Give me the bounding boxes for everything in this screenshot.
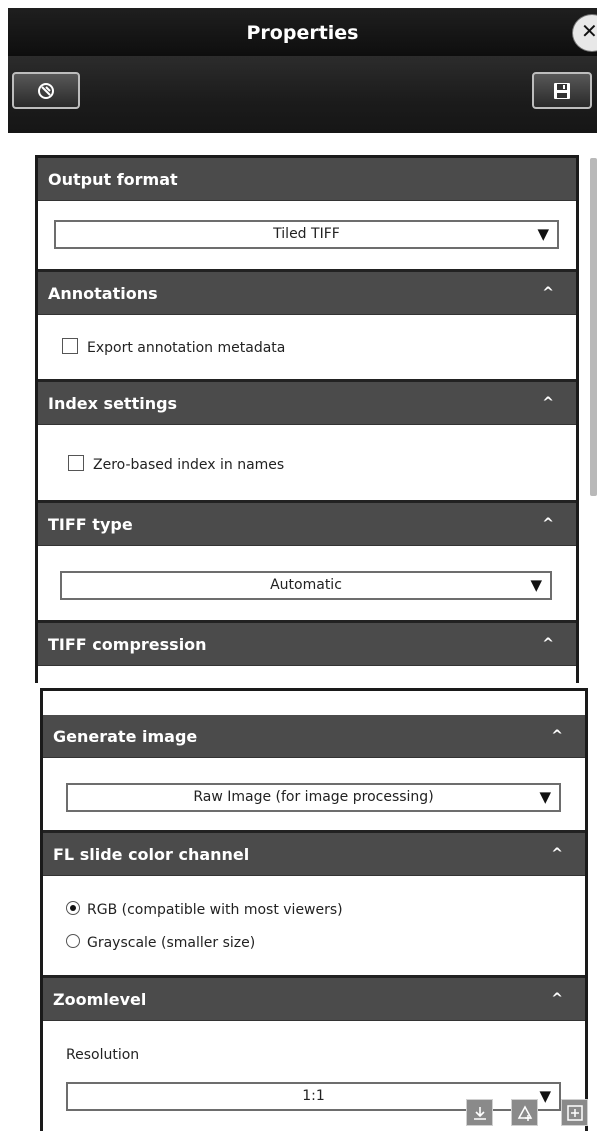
radio-option-rgb[interactable]: RGB (compatible with most viewers) (66, 900, 343, 920)
collapse-caret-icon[interactable]: ^ (542, 272, 554, 315)
section-header-annotations[interactable]: Annotations ^ (38, 272, 576, 315)
zero-based-index-option[interactable]: Zero-based index in names (68, 455, 284, 475)
collapse-caret-icon[interactable]: ^ (551, 833, 563, 876)
grayscale-radio[interactable] (66, 934, 80, 948)
export-annotation-checkbox[interactable] (62, 338, 78, 354)
toolbar (8, 56, 597, 133)
section-title: TIFF type (48, 515, 133, 534)
section-title: Zoomlevel (53, 990, 147, 1009)
add-annotation-icon (517, 1104, 532, 1121)
window-title: Properties (246, 22, 359, 44)
radio-label: RGB (compatible with most viewers) (87, 902, 343, 918)
collapse-caret-icon[interactable]: ^ (551, 715, 563, 758)
properties-panel-lower: Generate image ^ Raw Image (for image pr… (40, 688, 588, 1131)
generate-image-dropdown[interactable]: Raw Image (for image processing) ▼ (66, 783, 561, 812)
reset-button[interactable] (12, 72, 80, 109)
download-button[interactable] (466, 1099, 493, 1126)
dropdown-value: 1:1 (302, 1088, 325, 1104)
checkbox-label: Export annotation metadata (87, 340, 286, 356)
chevron-down-icon: ▼ (539, 788, 551, 806)
collapse-caret-icon[interactable]: ^ (542, 382, 554, 425)
add-region-button[interactable] (561, 1099, 588, 1126)
section-header-tiff-compression[interactable]: TIFF compression ^ (38, 623, 576, 666)
section-title: TIFF compression (48, 635, 207, 654)
floppy-disk-icon (554, 82, 570, 99)
section-header-output-format: Output format (38, 158, 576, 201)
section-title: Index settings (48, 394, 178, 413)
section-title: Output format (48, 170, 178, 189)
checkbox-label: Zero-based index in names (93, 457, 285, 473)
export-annotation-metadata-option[interactable]: Export annotation metadata (62, 338, 285, 358)
add-annotation-button[interactable] (511, 1099, 538, 1126)
download-icon (473, 1106, 486, 1120)
section-title: Annotations (48, 284, 158, 303)
save-button[interactable] (532, 72, 592, 109)
collapse-caret-icon[interactable]: ^ (542, 503, 554, 546)
dropdown-value: Raw Image (for image processing) (193, 789, 434, 805)
collapse-caret-icon[interactable]: ^ (551, 978, 563, 1021)
title-bar: Properties (8, 8, 597, 56)
section-title: Generate image (53, 727, 198, 746)
rgb-radio[interactable] (66, 901, 80, 915)
scrollbar[interactable] (590, 158, 597, 496)
radio-option-grayscale[interactable]: Grayscale (smaller size) (66, 933, 255, 953)
chevron-down-icon: ▼ (537, 225, 549, 243)
section-header-fl-slide-color-channel[interactable]: FL slide color channel ^ (43, 833, 585, 876)
section-title: FL slide color channel (53, 845, 250, 864)
reset-circle-icon (38, 82, 54, 99)
chevron-down-icon: ▼ (530, 576, 542, 594)
output-format-dropdown[interactable]: Tiled TIFF ▼ (54, 220, 559, 249)
properties-panel-upper: Output format Tiled TIFF ▼ Annotations ^… (35, 155, 579, 686)
dropdown-value: Automatic (270, 577, 342, 593)
add-region-icon (566, 1104, 583, 1121)
tiff-type-dropdown[interactable]: Automatic ▼ (60, 571, 552, 600)
section-header-zoomlevel[interactable]: Zoomlevel ^ (43, 978, 585, 1021)
resolution-label: Resolution (66, 1047, 140, 1063)
section-header-generate-image[interactable]: Generate image ^ (43, 715, 585, 758)
zero-based-index-checkbox[interactable] (68, 455, 84, 471)
chevron-down-icon: ▼ (539, 1087, 551, 1105)
section-header-tiff-type[interactable]: TIFF type ^ (38, 503, 576, 546)
dropdown-value: Tiled TIFF (273, 226, 340, 242)
radio-label: Grayscale (smaller size) (87, 935, 256, 951)
divider (0, 683, 597, 686)
collapse-caret-icon[interactable]: ^ (542, 623, 554, 666)
close-icon: ✕ (581, 19, 597, 43)
section-header-index-settings[interactable]: Index settings ^ (38, 382, 576, 425)
